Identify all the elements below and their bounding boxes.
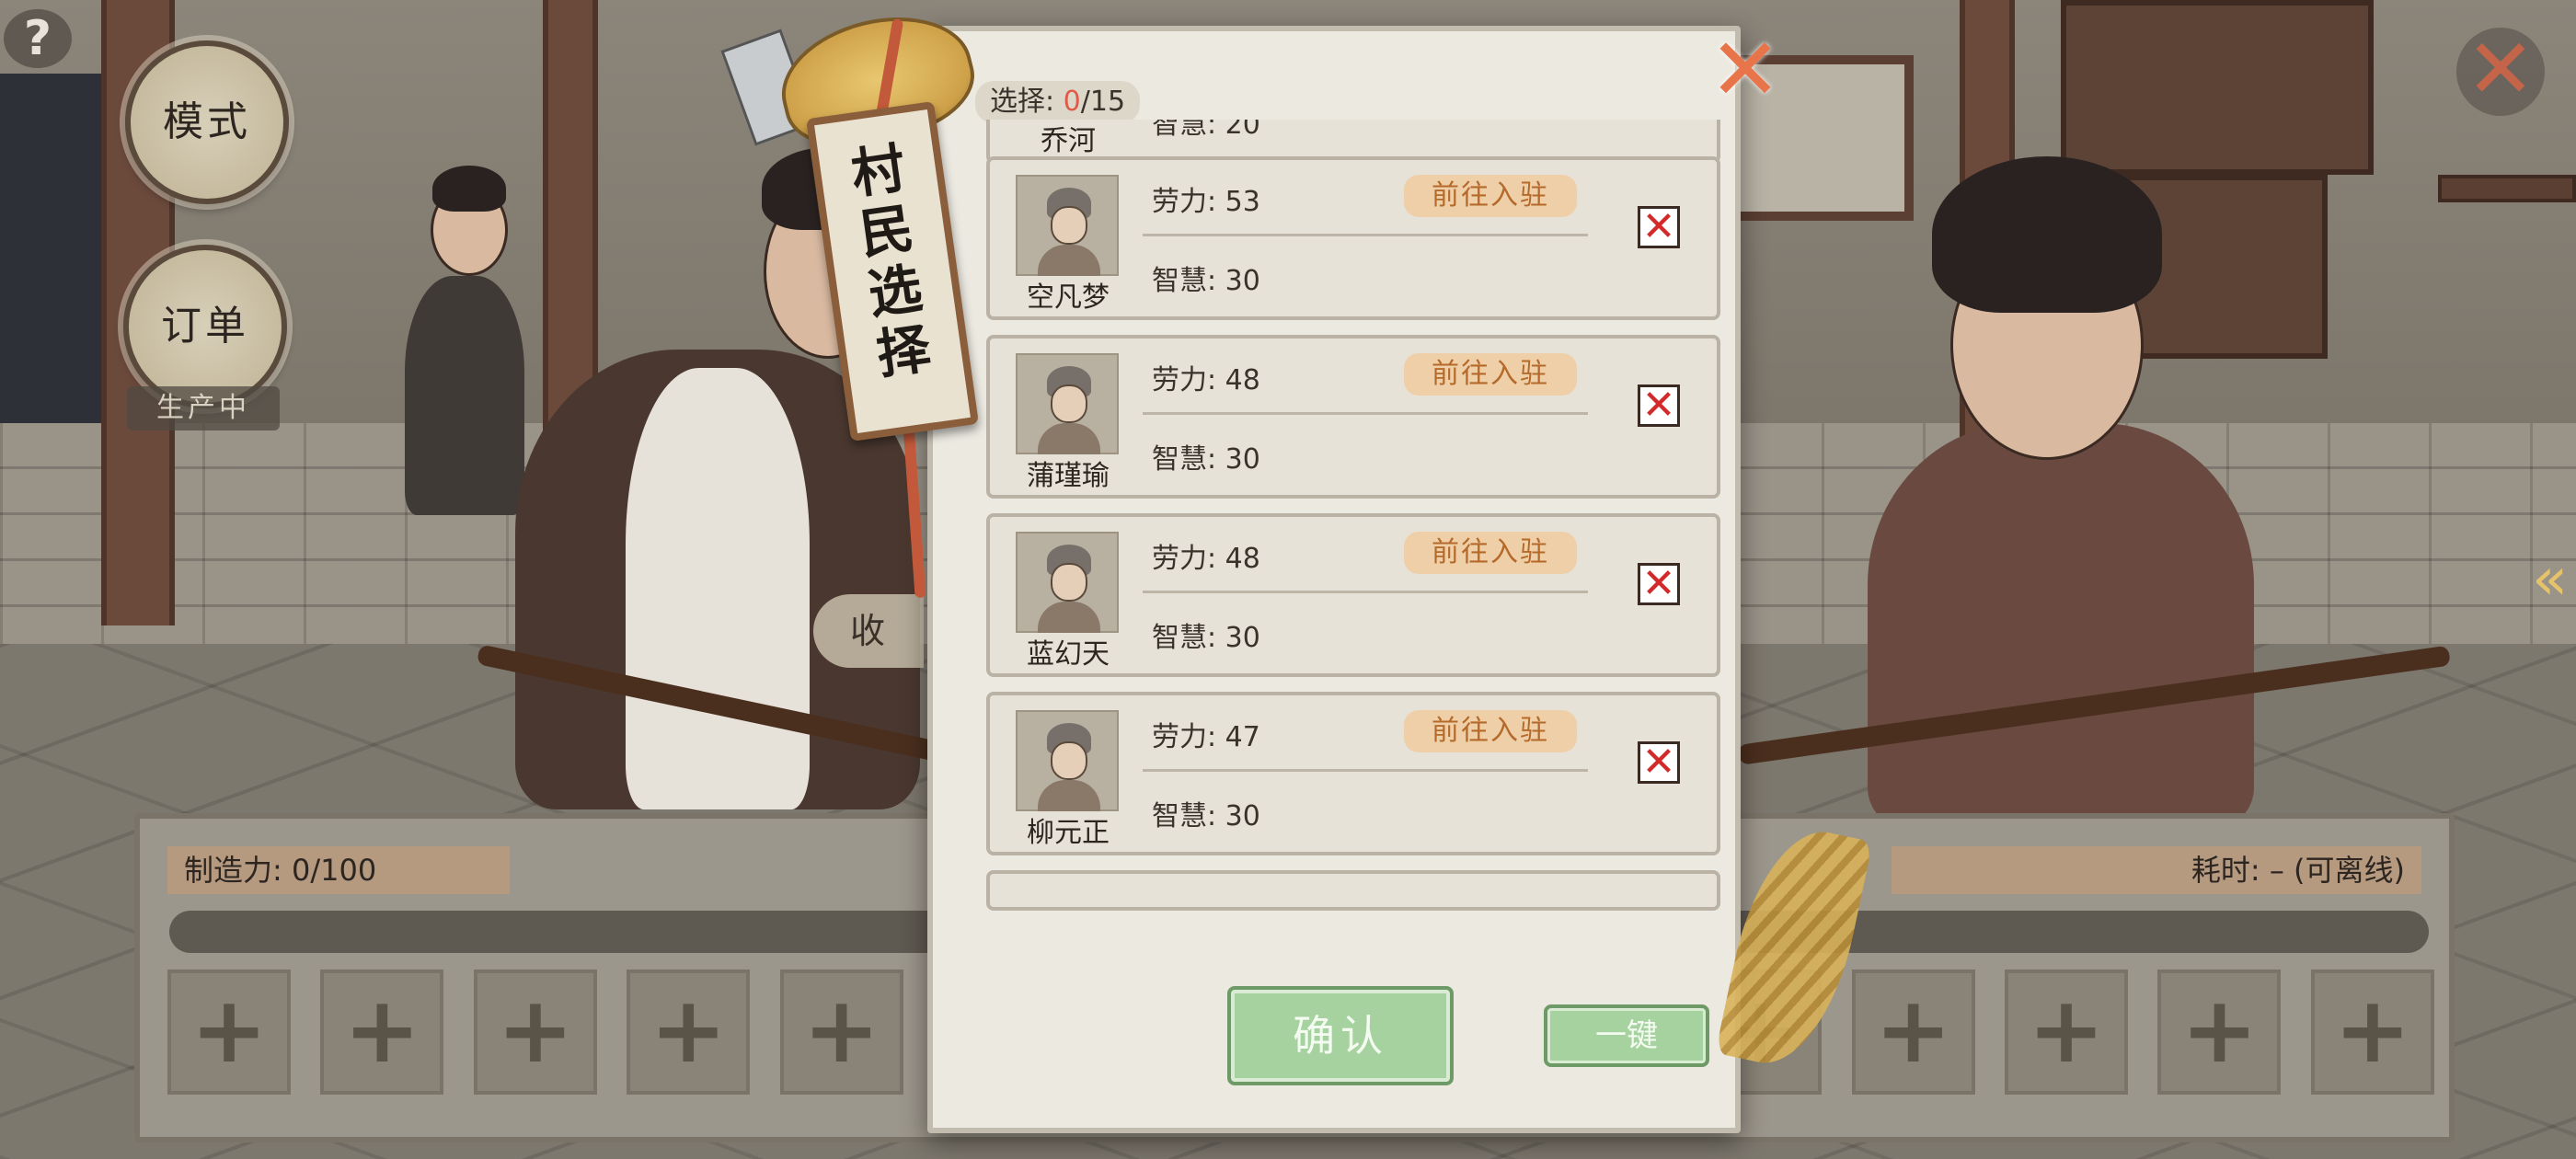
villager-avatar [1016,175,1119,276]
weapon-rack [2061,0,2374,175]
remove-villager-checkbox[interactable]: ✕ [1638,563,1680,605]
villager-figure [405,276,524,515]
selection-current: 0 [1063,86,1081,118]
confirm-button[interactable]: 确认 [1227,986,1454,1085]
selection-prefix: 选择: [990,86,1064,118]
add-worker-slot[interactable]: + [167,970,291,1095]
villager-avatar [1016,532,1119,633]
remove-villager-checkbox[interactable]: ✕ [1638,384,1680,427]
remove-villager-checkbox[interactable]: ✕ [1638,741,1680,784]
villager-name: 乔河 [1041,125,1096,157]
villager-name: 蓝幻天 [1027,638,1110,671]
villager-avatar [1016,710,1119,811]
villager-card[interactable]: 柳元正 劳力: 47 智慧: 30 前往入驻 ✕ [986,692,1720,855]
villager-avatar [1016,353,1119,454]
add-worker-slot[interactable]: + [473,970,597,1095]
goto-settle-button[interactable]: 前往入驻 [1404,710,1577,752]
worker-shirt [626,368,810,809]
add-worker-slot[interactable]: + [1851,970,1975,1095]
villager-labor: 劳力: 47 [1152,721,1260,753]
wall-shelf [2438,175,2576,202]
order-button[interactable]: 订单 [123,245,287,408]
add-worker-slot[interactable]: + [2310,970,2434,1095]
villager-labor: 劳力: 48 [1152,543,1260,575]
one-key-button[interactable]: 一键 [1544,1004,1709,1067]
add-worker-slot[interactable]: + [627,970,751,1095]
selection-total: /15 [1080,86,1126,118]
villager-name: 柳元正 [1027,817,1110,849]
goto-settle-button[interactable]: 前往入驻 [1404,353,1577,396]
goto-settle-button[interactable]: 前往入驻 [1404,175,1577,217]
woman-hair [1932,156,2162,313]
mode-button[interactable]: 模式 [125,40,289,204]
add-worker-slot[interactable]: + [320,970,444,1095]
villager-wisdom: 智慧: 30 [1152,622,1260,654]
card-divider [1143,591,1588,593]
villager-card[interactable]: 蒲瑾瑜 劳力: 48 智慧: 30 前往入驻 ✕ [986,335,1720,499]
card-divider [1143,412,1588,415]
woman-figure [1868,423,2254,828]
production-time-label: 耗时: – (可离线) [1892,846,2421,894]
villager-list[interactable]: 乔河 智慧: 20 空凡梦 劳力: 53 智慧: 30 前往入驻 ✕ 蒲瑾瑜 劳… [977,120,1720,914]
collect-button[interactable]: 收 [813,594,924,668]
villager-wisdom: 智慧: 20 [1152,120,1260,141]
side-panel-arrow-icon[interactable]: « [2532,534,2576,625]
card-divider [1143,769,1588,772]
add-worker-slot[interactable]: + [779,970,903,1095]
villager-labor: 劳力: 53 [1152,186,1260,218]
villager-hair [432,166,506,212]
villager-wisdom: 智慧: 30 [1152,800,1260,832]
villager-wisdom: 智慧: 30 [1152,443,1260,476]
add-worker-slot[interactable]: + [2005,970,2129,1095]
add-worker-slot[interactable]: + [2157,970,2282,1095]
dialog-close-button[interactable]: ✕ [1704,28,1787,114]
villager-card[interactable]: 空凡梦 劳力: 53 智慧: 30 前往入驻 ✕ [986,156,1720,320]
close-scene-button[interactable]: ✕ [2456,28,2545,116]
card-divider [1143,234,1588,236]
villager-name: 蒲瑾瑜 [1027,460,1110,492]
goto-settle-button[interactable]: 前往入驻 [1404,532,1577,574]
production-power-label: 制造力: 0/100 [167,846,510,894]
villager-labor: 劳力: 48 [1152,364,1260,396]
order-status-badge: 生产中 [127,386,280,430]
dialog-title: 村民选择 [847,136,935,386]
selection-counter: 选择: 0/15 [975,81,1141,123]
villager-name: 空凡梦 [1027,281,1110,314]
remove-villager-checkbox[interactable]: ✕ [1638,206,1680,248]
villager-card[interactable]: 蓝幻天 劳力: 48 智慧: 30 前往入驻 ✕ [986,513,1720,677]
help-button[interactable]: ? [4,9,72,68]
villager-wisdom: 智慧: 30 [1152,265,1260,297]
villager-card[interactable] [986,870,1720,911]
